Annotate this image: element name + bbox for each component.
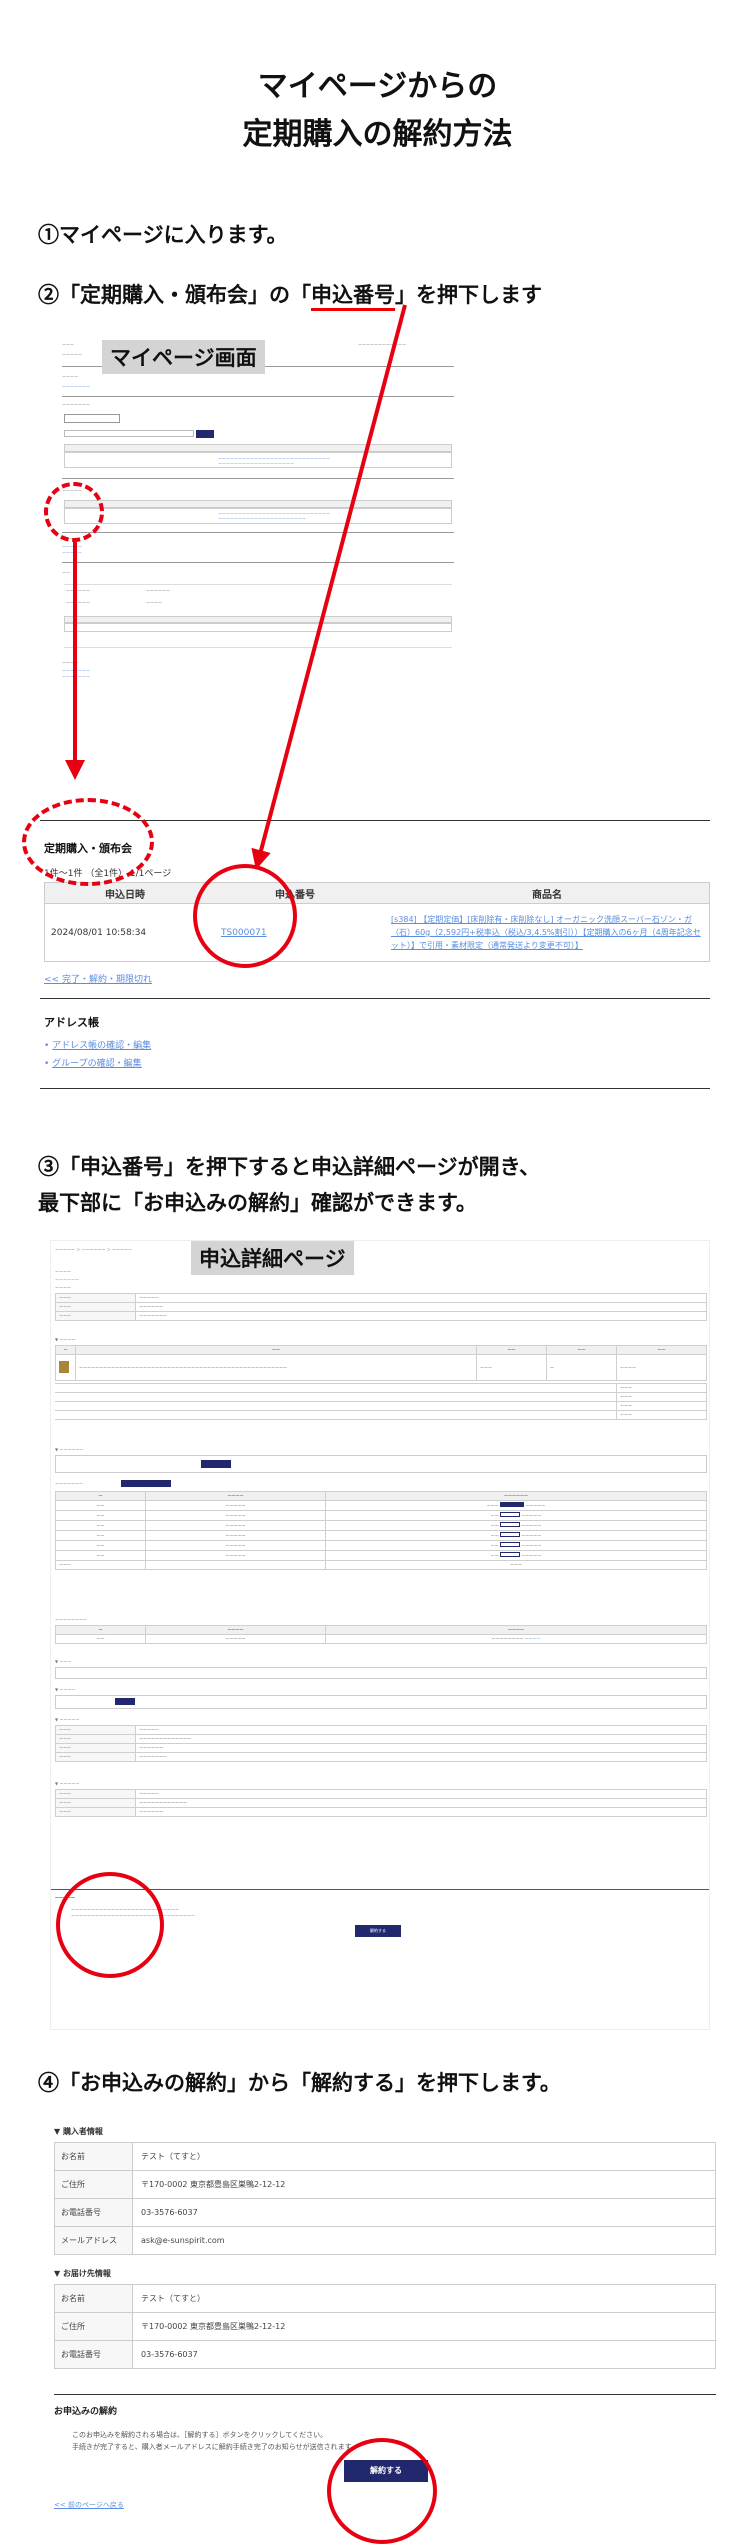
mini-product-table: ーーー ーー ーー ーー ーーーーーーーーーーーーーーーーーーーーーーーーーーーーーー… (55, 1345, 707, 1381)
arrow-to-order-no (251, 304, 407, 870)
cancel-section-highlight-circle (56, 1872, 164, 1978)
step-3-line1: ③「申込番号」を押下すると申込詳細ページが開き、 (38, 1154, 541, 1179)
buyer-row-value: テスト（てすと） (141, 2152, 205, 2161)
mini-navy-button (115, 1698, 135, 1705)
mini-text: ーーーーーーーー (55, 1617, 87, 1622)
cancel-section-title: お申込みの解約 (54, 2407, 118, 2417)
buyer-row: お名前 テスト（てすと） (54, 2143, 716, 2171)
cancel-instructions-2: 手続きが完了すると、購入者メールアドレスに解約手続き完了のお知らせが送信されます… (72, 2443, 358, 2451)
cancel-button-highlight-circle (327, 2438, 437, 2544)
buyer-row-label: ご住所 (55, 2171, 133, 2198)
buyer-row: メールアドレス ask@e-sunspirit.com (54, 2227, 716, 2255)
ship-row: お電話番号 03-3576-6037 (54, 2341, 716, 2369)
buyer-row-label: お電話番号 (55, 2199, 133, 2226)
ship-row-value: テスト（てすと） (141, 2294, 205, 2303)
buyer-row-label: メールアドレス (55, 2227, 133, 2254)
ship-row-value: 〒170-0002 東京都豊島区巣鴨2-12-12 (141, 2322, 286, 2331)
ship-row: お名前 テスト（てすと） (54, 2285, 716, 2313)
mini-text: ーーーー (55, 1285, 71, 1290)
buyer-row: お電話番号 03-3576-6037 (54, 2199, 716, 2227)
cancel-divider (54, 2394, 716, 2395)
mini-cancel-button: 解約する (355, 1925, 401, 1937)
mini-text: ▼ ーーーー (55, 1337, 76, 1342)
buyer-info-title: ▼ 購入者情報 (54, 2127, 103, 2136)
back-link[interactable]: << 前のページへ戻る (54, 2500, 124, 2510)
shipping-info-table: お名前 テスト（てすと） ご住所 〒170-0002 東京都豊島区巣鴨2-12-12 お… (54, 2284, 716, 2369)
ship-row-label: お名前 (55, 2285, 133, 2312)
ship-row: ご住所 〒170-0002 東京都豊島区巣鴨2-12-12 (54, 2313, 716, 2341)
step-4-text: ④「お申込みの解約」から「解約する」を押下します。 (38, 2070, 561, 2095)
mini-text: ▼ ーーーーー (55, 1781, 80, 1786)
mini-history-table: ーーーーー ーーーー ーー ーーーーー ーーーーーーーー ーーーー (55, 1625, 707, 1644)
ship-row-label: ご住所 (55, 2313, 133, 2340)
mini-text: ▼ ーーー (55, 1659, 72, 1664)
mini-box (55, 1695, 707, 1709)
buyer-row-label: お名前 (55, 2143, 133, 2170)
ship-row-value: 03-3576-6037 (141, 2350, 198, 2359)
mini-table: ーーー ーーーーー ーーー ーーーーーー ーーー ーーーーーーー (55, 1293, 707, 1321)
buyer-row-value: 〒170-0002 東京都豊島区巣鴨2-12-12 (141, 2180, 286, 2189)
mini-text: ▼ ーーーーー (55, 1717, 80, 1722)
cancel-instructions-1: このお申込みを解約される場合は、［解約する］ボタンをクリックしてください。 (72, 2431, 328, 2439)
ship-row-label: お電話番号 (55, 2341, 133, 2368)
shipping-info-title: ▼ お届け先情報 (54, 2269, 111, 2278)
mini-text: ーーーーー ＞ ーーーーーー ＞ ーーーーー (55, 1247, 133, 1252)
step-3-line2: 最下部に「お申込みの解約」確認ができます。 (38, 1190, 477, 1215)
mini-ship-table: ーーー ーーーーー ーーー ーーーーーーーーーーーー ーーー ーーーーーー (55, 1789, 707, 1817)
detail-badge: 申込詳細ページ (191, 1241, 354, 1275)
mini-total-table: ーーー ーーー ーーー ーーー (55, 1383, 707, 1420)
mini-box (55, 1455, 707, 1473)
mini-link: ーーーーーー (55, 1277, 79, 1282)
mini-box (55, 1667, 707, 1679)
mini-schedule-table: ーーーーー ーーーーーー ーー ーーーーー ーーー ーーーーー ーー ーーーーー ーー ー… (55, 1491, 707, 1570)
mini-navy-button (121, 1480, 171, 1487)
mini-navy-button (201, 1460, 231, 1468)
buyer-row-value: 03-3576-6037 (141, 2208, 198, 2217)
mini-text: ▼ ーーーーーー (55, 1447, 84, 1452)
buyer-row-value: ask@e-sunspirit.com (141, 2236, 225, 2245)
buyer-row: ご住所 〒170-0002 東京都豊島区巣鴨2-12-12 (54, 2171, 716, 2199)
mini-text: ▼ ーーーー (55, 1687, 76, 1692)
buyer-info-table: お名前 テスト（てすと） ご住所 〒170-0002 東京都豊島区巣鴨2-12-12 お… (54, 2142, 716, 2255)
mini-text: ーーーー (55, 1269, 71, 1274)
mini-buyer-table: ーーー ーーーーー ーーー ーーーーーーーーーーーーー ーーー ーーーーーー ーーーー… (55, 1725, 707, 1762)
mini-text: ーーーーーーー (55, 1481, 83, 1486)
